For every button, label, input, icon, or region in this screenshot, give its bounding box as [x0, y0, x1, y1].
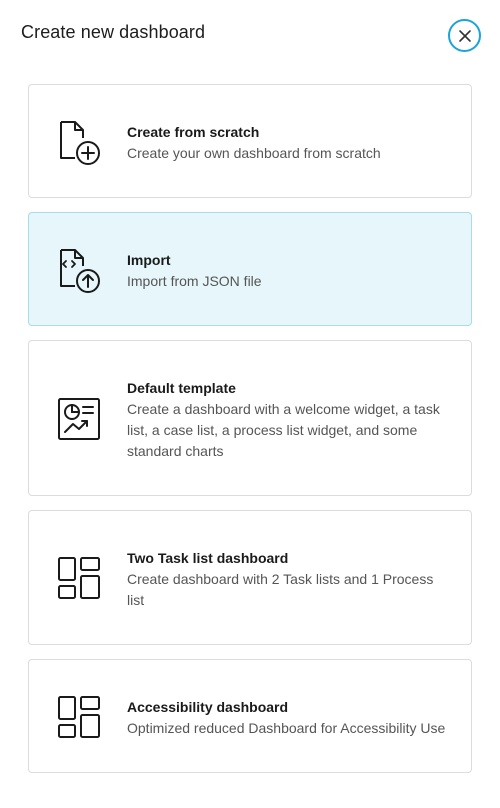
option-description: Optimized reduced Dashboard for Accessib… — [127, 720, 446, 736]
option-accessibility-dashboard[interactable]: Accessibility dashboard Optimized reduce… — [28, 659, 472, 773]
close-icon — [458, 29, 471, 42]
option-description: Import from JSON file — [127, 273, 262, 289]
option-description: Create a dashboard with a welcome widget… — [127, 401, 440, 459]
option-title: Default template — [127, 380, 236, 396]
create-dashboard-dialog: Create new dashboard Create from scratch… — [0, 0, 500, 808]
dialog-header: Create new dashboard — [0, 0, 500, 70]
layout-grid-icon — [58, 696, 100, 738]
report-chart-icon — [58, 398, 100, 440]
option-two-task-list-dashboard[interactable]: Two Task list dashboard Create dashboard… — [28, 510, 472, 645]
option-title: Accessibility dashboard — [127, 699, 289, 715]
option-description: Create dashboard with 2 Task lists and 1… — [127, 571, 434, 608]
dialog-title: Create new dashboard — [21, 22, 206, 42]
file-code-upload-icon — [60, 249, 100, 293]
option-description: Create your own dashboard from scratch — [127, 145, 381, 161]
close-button[interactable] — [448, 19, 481, 52]
option-import[interactable]: Import Import from JSON file — [28, 212, 472, 326]
option-title: Import — [127, 252, 171, 268]
option-default-template[interactable]: Default template Create a dashboard with… — [28, 340, 472, 496]
file-add-icon — [60, 121, 100, 165]
option-title: Two Task list dashboard — [127, 550, 289, 566]
layout-grid-icon — [58, 557, 100, 599]
option-title: Create from scratch — [127, 124, 260, 140]
option-create-from-scratch[interactable]: Create from scratch Create your own dash… — [28, 84, 472, 198]
